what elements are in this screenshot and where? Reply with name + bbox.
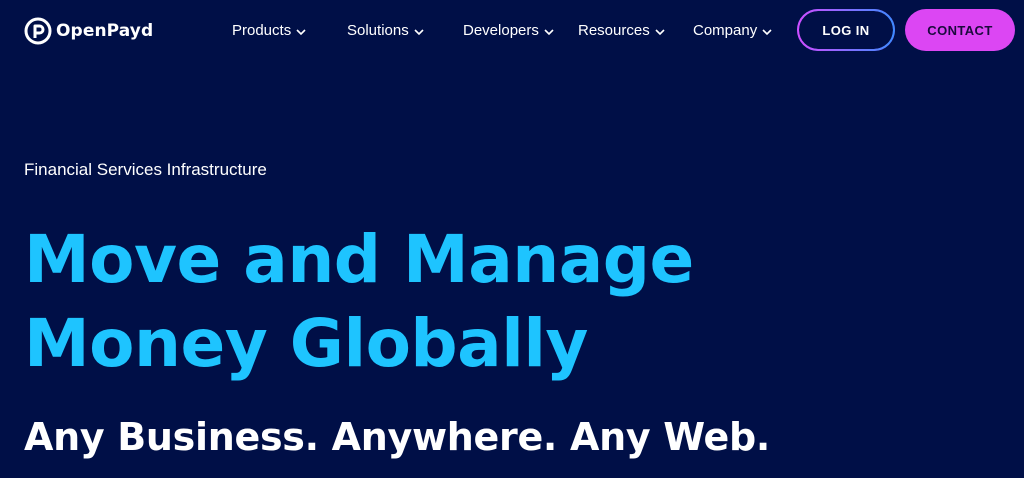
nav-item-label: Resources xyxy=(578,21,650,39)
chevron-down-icon xyxy=(655,28,665,35)
nav-item-company[interactable]: Company xyxy=(693,18,773,42)
nav-item-developers[interactable]: Developers xyxy=(463,18,555,42)
page: OpenPayd Products Solutions Developers R… xyxy=(0,0,1024,478)
nav-item-products[interactable]: Products xyxy=(232,18,307,42)
nav-item-label: Products xyxy=(232,21,292,39)
site-header: OpenPayd Products Solutions Developers R… xyxy=(0,0,1024,62)
hero-eyebrow: Financial Services Infrastructure xyxy=(24,160,267,179)
hero-headline-line-1: Move and Manage xyxy=(24,221,694,298)
brand-logo-link[interactable]: OpenPayd xyxy=(24,15,153,47)
chevron-down-icon xyxy=(544,28,554,35)
chevron-down-icon xyxy=(414,28,424,35)
chevron-down-icon xyxy=(762,28,772,35)
nav-item-solutions[interactable]: Solutions xyxy=(347,18,425,42)
nav-item-resources[interactable]: Resources xyxy=(578,18,666,42)
nav-item-label: Company xyxy=(693,21,758,39)
brand-name: OpenPayd xyxy=(56,21,154,41)
login-button[interactable]: LOG IN xyxy=(797,9,895,51)
contact-button[interactable]: CONTACT xyxy=(905,9,1015,51)
hero-headline-line-2: Money Globally xyxy=(24,305,588,382)
nav-item-label: Solutions xyxy=(347,21,409,39)
chevron-down-icon xyxy=(296,28,306,35)
hero-headline: Move and Manage Money Globally xyxy=(24,218,724,386)
hero-subheadline: Any Business. Anywhere. Any Web. xyxy=(24,415,771,459)
nav-item-label: Developers xyxy=(463,21,539,39)
openpayd-logo-icon xyxy=(24,17,52,45)
